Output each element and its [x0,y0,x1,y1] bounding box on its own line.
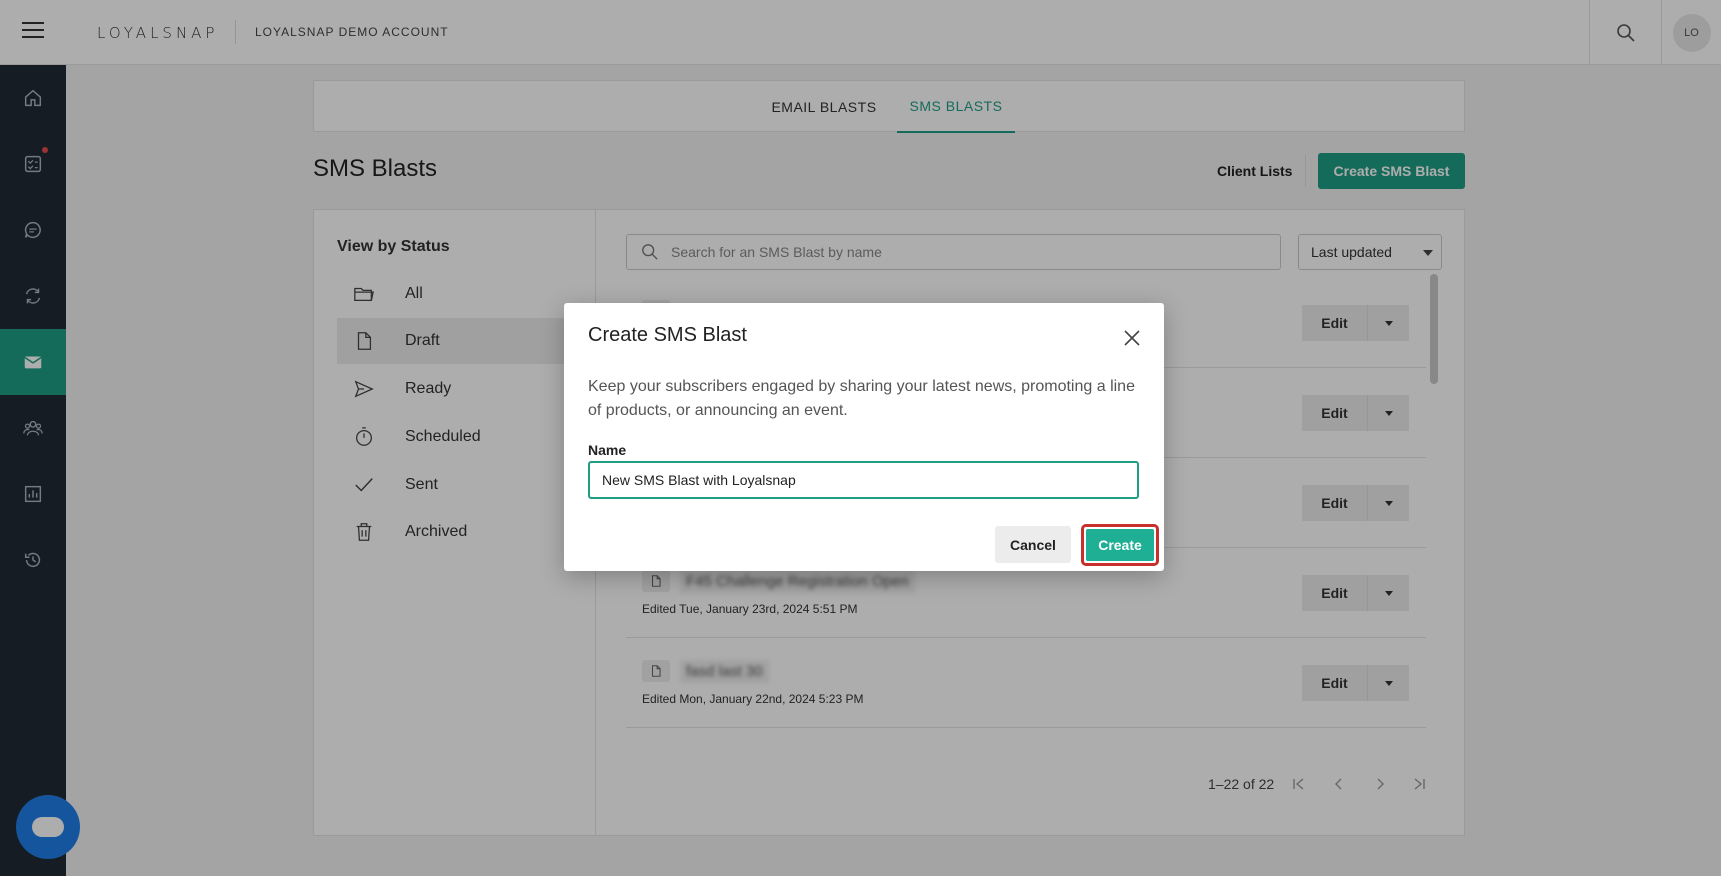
close-button[interactable] [1121,327,1143,349]
cancel-button[interactable]: Cancel [995,526,1071,563]
create-sms-blast-dialog: Create SMS Blast Keep your subscribers e… [564,303,1164,571]
create-button-label: Create [1086,529,1154,561]
dialog-title: Create SMS Blast [588,324,747,346]
dialog-description: Keep your subscribers engaged by sharing… [588,378,1135,419]
create-button[interactable]: Create [1081,524,1159,566]
name-input[interactable] [588,461,1139,499]
name-label: Name [588,442,627,458]
close-icon [1124,330,1140,346]
